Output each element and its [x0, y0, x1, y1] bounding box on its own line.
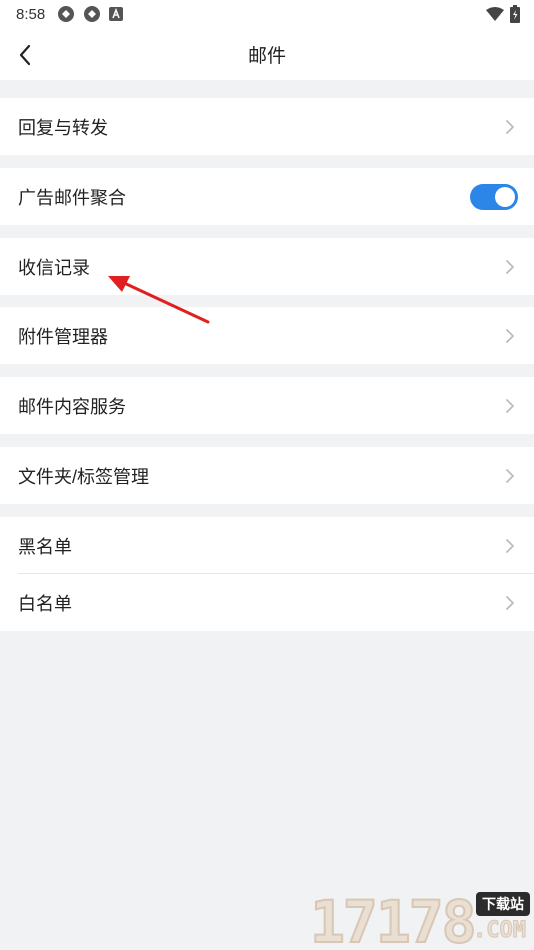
settings-group-ad: 广告邮件聚合 [0, 168, 534, 225]
page-title: 邮件 [247, 45, 286, 67]
chevron-right-icon [506, 259, 514, 274]
row-label: 收信记录 [18, 257, 90, 278]
settings-group-receive: 收信记录 [0, 238, 534, 295]
settings-group-folder: 文件夹/标签管理 [0, 447, 534, 504]
row-label: 邮件内容服务 [18, 396, 126, 417]
row-ad-mail-aggregate: 广告邮件聚合 [0, 168, 534, 225]
row-receive-log[interactable]: 收信记录 [0, 238, 534, 295]
row-label: 回复与转发 [18, 117, 108, 138]
battery-icon [510, 5, 520, 23]
chevron-right-icon [506, 595, 514, 610]
status-system-icons [486, 5, 520, 23]
chevron-right-icon [506, 398, 514, 413]
wifi-icon [486, 7, 504, 21]
row-whitelist[interactable]: 白名单 [0, 574, 534, 631]
settings-group-lists: 黑名单 白名单 [0, 517, 534, 631]
watermark-suffix: .COM [473, 918, 527, 944]
status-notification-icons [57, 5, 124, 23]
row-label: 附件管理器 [18, 326, 108, 347]
chevron-right-icon [506, 468, 514, 483]
back-button[interactable] [10, 40, 40, 70]
status-time: 8:58 [16, 5, 46, 23]
row-label: 广告邮件聚合 [18, 187, 126, 208]
settings-group-content: 邮件内容服务 [0, 377, 534, 434]
row-reply-forward[interactable]: 回复与转发 [0, 98, 534, 155]
chevron-right-icon [506, 538, 514, 553]
sync-icon [58, 6, 75, 22]
text-a-icon [109, 7, 124, 21]
nav-bar: 邮件 [0, 28, 534, 80]
watermark-number: 17178 [309, 887, 478, 950]
ad-aggregate-toggle[interactable] [470, 183, 518, 210]
chevron-right-icon [506, 328, 514, 343]
watermark-badge: 下载站 [476, 892, 530, 916]
annotation-arrow-icon [108, 276, 210, 324]
row-mail-content-service[interactable]: 邮件内容服务 [0, 377, 534, 434]
row-label: 白名单 [18, 593, 72, 614]
chevron-left-icon [19, 44, 31, 66]
row-label: 文件夹/标签管理 [18, 466, 150, 487]
watermark-logo: 17178 下载站 .COM [309, 882, 532, 950]
sync-icon [84, 6, 101, 22]
toggle-knob [495, 186, 515, 207]
row-folder-tag-manage[interactable]: 文件夹/标签管理 [0, 447, 534, 504]
chevron-right-icon [506, 119, 514, 134]
row-attachment-manager[interactable]: 附件管理器 [0, 307, 534, 364]
settings-group-reply: 回复与转发 [0, 98, 534, 155]
row-label: 黑名单 [18, 536, 72, 557]
row-blacklist[interactable]: 黑名单 [0, 517, 534, 574]
status-bar: 8:58 [0, 0, 534, 28]
settings-group-attachment: 附件管理器 [0, 307, 534, 364]
